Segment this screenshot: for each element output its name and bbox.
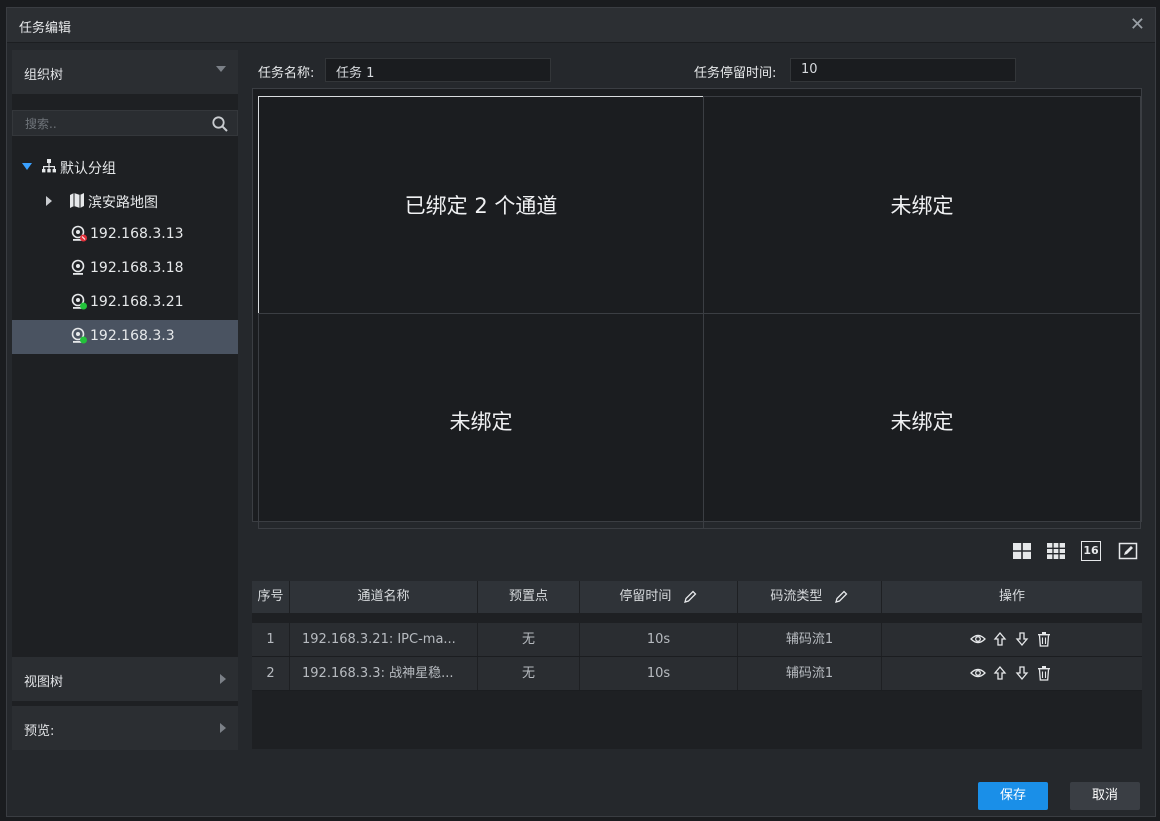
- col-index: 序号: [252, 581, 290, 613]
- close-icon[interactable]: ✕: [1130, 14, 1145, 35]
- search-input[interactable]: [13, 111, 217, 137]
- preview-header[interactable]: 预览:: [12, 706, 238, 750]
- chevron-right-icon: [220, 674, 226, 684]
- task-name-label: 任务名称:: [258, 66, 315, 81]
- layout-4-icon[interactable]: [1012, 541, 1032, 561]
- col-channel-name: 通道名称: [290, 581, 478, 613]
- col-stream-type-label: 码流类型: [770, 589, 823, 604]
- row-dwell: 10s: [580, 657, 738, 690]
- preview-eye-icon[interactable]: [970, 665, 986, 681]
- tree-item-map[interactable]: 滨安路地图: [12, 184, 238, 218]
- tree-item-label: 滨安路地图: [88, 195, 158, 211]
- camera-offline-icon: [71, 225, 87, 242]
- layout-16-button[interactable]: 16: [1081, 541, 1101, 561]
- chevron-right-icon: [220, 723, 226, 733]
- row-operations: [970, 631, 1052, 647]
- row-index: 2: [252, 657, 290, 690]
- move-down-icon[interactable]: [1014, 631, 1030, 647]
- tree-item-label: 192.168.3.13: [90, 226, 184, 242]
- tree-item-device[interactable]: 192.168.3.18: [12, 252, 238, 286]
- camera-online-icon: [71, 327, 87, 344]
- custom-layout-edit-icon[interactable]: [1118, 541, 1138, 561]
- col-dwell-time: 停留时间: [580, 581, 738, 613]
- tree-item-default-group[interactable]: 默认分组: [12, 150, 238, 184]
- tree-item-label: 192.168.3.3: [90, 328, 175, 344]
- left-panel: 组织树 默认分组: [12, 50, 238, 750]
- grid-cell-4[interactable]: 未绑定: [703, 313, 1141, 529]
- tree-item-label: 192.168.3.18: [90, 260, 184, 276]
- org-tree: 默认分组 滨安路地图 192.168.3.13 192.168.3.18 192…: [12, 150, 238, 354]
- col-preset: 预置点: [478, 581, 580, 613]
- tree-item-device[interactable]: 192.168.3.21: [12, 286, 238, 320]
- task-name-field[interactable]: 任务 1: [325, 58, 551, 82]
- row-dwell: 10s: [580, 623, 738, 656]
- cancel-button[interactable]: 取消: [1070, 782, 1140, 810]
- row-index: 1: [252, 623, 290, 656]
- edit-pencil-icon[interactable]: [833, 589, 849, 605]
- col-operations: 操作: [998, 589, 1025, 604]
- row-preset: 无: [478, 657, 580, 690]
- col-dwell-time-label: 停留时间: [619, 589, 672, 604]
- tree-item-device[interactable]: 192.168.3.13: [12, 218, 238, 252]
- expand-down-icon[interactable]: [22, 163, 32, 170]
- view-tree-header[interactable]: 视图树: [12, 657, 238, 701]
- search-box: [12, 110, 238, 137]
- group-tree-header[interactable]: 组织树: [12, 50, 238, 94]
- move-down-icon[interactable]: [1014, 665, 1030, 681]
- grid-cell-3[interactable]: 未绑定: [258, 313, 704, 529]
- layout-9-icon[interactable]: [1046, 541, 1066, 561]
- table-header: 序号 通道名称 预置点 停留时间 码流类型 操作: [252, 581, 1142, 613]
- search-icon[interactable]: [211, 115, 229, 133]
- group-tree-label: 组织树: [24, 68, 64, 83]
- chevron-down-icon: [216, 66, 226, 72]
- title-bar: 任务编辑 ✕: [7, 8, 1155, 43]
- save-button[interactable]: 保存: [978, 782, 1048, 810]
- edit-pencil-icon[interactable]: [682, 589, 698, 605]
- channel-grid: 已绑定 2 个通道 未绑定 未绑定 未绑定: [252, 88, 1142, 529]
- preview-eye-icon[interactable]: [970, 631, 986, 647]
- dialog-title: 任务编辑: [19, 21, 72, 36]
- view-tree-label: 视图树: [24, 675, 64, 690]
- tree-item-label: 默认分组: [60, 161, 116, 177]
- row-channel-name: 192.168.3.3: 战神星稳...: [290, 657, 478, 690]
- row-preset: 无: [478, 623, 580, 656]
- delete-trash-icon[interactable]: [1036, 665, 1052, 681]
- task-dwell-label: 任务停留时间:: [694, 66, 777, 81]
- org-structure-icon: [42, 159, 56, 173]
- delete-trash-icon[interactable]: [1036, 631, 1052, 647]
- preview-label: 预览:: [24, 724, 55, 739]
- row-channel-name: 192.168.3.21: IPC-ma...: [290, 623, 478, 656]
- camera-online-icon: [71, 293, 87, 310]
- move-up-icon[interactable]: [992, 631, 1008, 647]
- table-row[interactable]: 2 192.168.3.3: 战神星稳... 无 10s 辅码流1: [252, 657, 1142, 691]
- tree-item-device-selected[interactable]: 192.168.3.3: [12, 320, 238, 354]
- tree-item-label: 192.168.3.21: [90, 294, 184, 310]
- row-stream: 辅码流1: [738, 657, 882, 690]
- col-stream-type: 码流类型: [738, 581, 882, 613]
- move-up-icon[interactable]: [992, 665, 1008, 681]
- camera-icon: [71, 259, 85, 275]
- map-icon: [70, 193, 84, 208]
- row-operations: [970, 665, 1052, 681]
- channel-table: 序号 通道名称 预置点 停留时间 码流类型 操作 1 192.168.3.21:…: [252, 581, 1142, 749]
- task-dwell-field[interactable]: 10: [790, 58, 1016, 82]
- row-stream: 辅码流1: [738, 623, 882, 656]
- table-row[interactable]: 1 192.168.3.21: IPC-ma... 无 10s 辅码流1: [252, 623, 1142, 657]
- grid-cell-1[interactable]: 已绑定 2 个通道: [258, 96, 704, 314]
- grid-cell-2[interactable]: 未绑定: [703, 96, 1141, 314]
- expand-right-icon[interactable]: [46, 196, 52, 206]
